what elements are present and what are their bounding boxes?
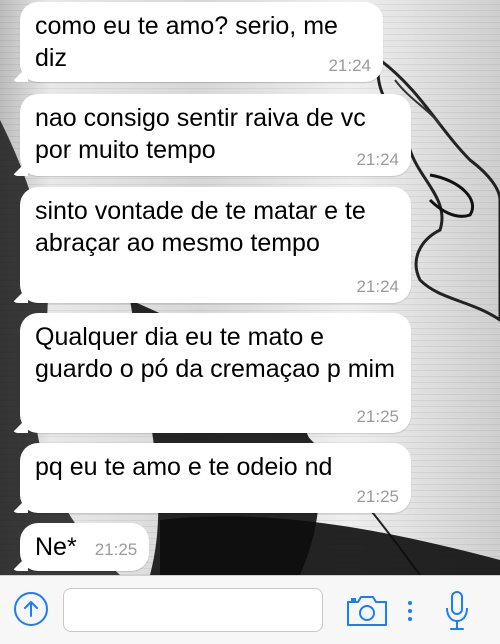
- bubble-tail: [12, 287, 28, 303]
- message-text: Ne*: [35, 533, 77, 561]
- bubble-tail: [12, 160, 28, 176]
- message-time: 21:25: [356, 487, 399, 506]
- message-bubble[interactable]: como eu te amo? serio, me diz 21:24: [12, 2, 383, 82]
- bubble-tail: [12, 555, 28, 571]
- message-text: como eu te amo? serio, me diz: [35, 12, 338, 72]
- message-text: sinto vontade de te matar e te abraçar a…: [35, 197, 366, 257]
- share-arrow-icon: [24, 601, 38, 617]
- message-list[interactable]: como eu te amo? serio, me diz 21:24 nao …: [0, 0, 500, 575]
- bubble-tail: [12, 497, 28, 513]
- camera-button[interactable]: [345, 594, 389, 628]
- message-bubble[interactable]: sinto vontade de te matar e te abraçar a…: [12, 187, 411, 303]
- microphone-button[interactable]: [444, 590, 470, 632]
- message-time: 21:25: [356, 407, 399, 426]
- message-bubble[interactable]: Ne* 21:25: [12, 523, 150, 571]
- microphone-icon: [446, 591, 468, 630]
- bubble-tail: [12, 417, 28, 433]
- message-time: 21:25: [94, 540, 138, 559]
- message-text: pq eu te amo e te odeio nd: [35, 453, 333, 481]
- share-button[interactable]: [14, 592, 48, 626]
- message-text: Qualquer dia eu te mato e guardo o pó da…: [35, 323, 395, 383]
- message-bubble[interactable]: pq eu te amo e te odeio nd 21:25: [12, 443, 411, 513]
- message-text: nao consigo sentir raiva de vc por muito…: [35, 104, 366, 164]
- bubble-tail: [12, 66, 28, 82]
- message-input[interactable]: [63, 588, 323, 632]
- message-time: 21:24: [328, 56, 371, 75]
- camera-icon: [347, 596, 387, 626]
- message-bubble[interactable]: nao consigo sentir raiva de vc por muito…: [12, 94, 411, 176]
- message-time: 21:24: [356, 277, 399, 296]
- input-toolbar: [0, 575, 500, 644]
- message-bubble[interactable]: Qualquer dia eu te mato e guardo o pó da…: [12, 313, 411, 433]
- more-dots-icon[interactable]: [404, 597, 416, 625]
- message-time: 21:24: [356, 150, 399, 169]
